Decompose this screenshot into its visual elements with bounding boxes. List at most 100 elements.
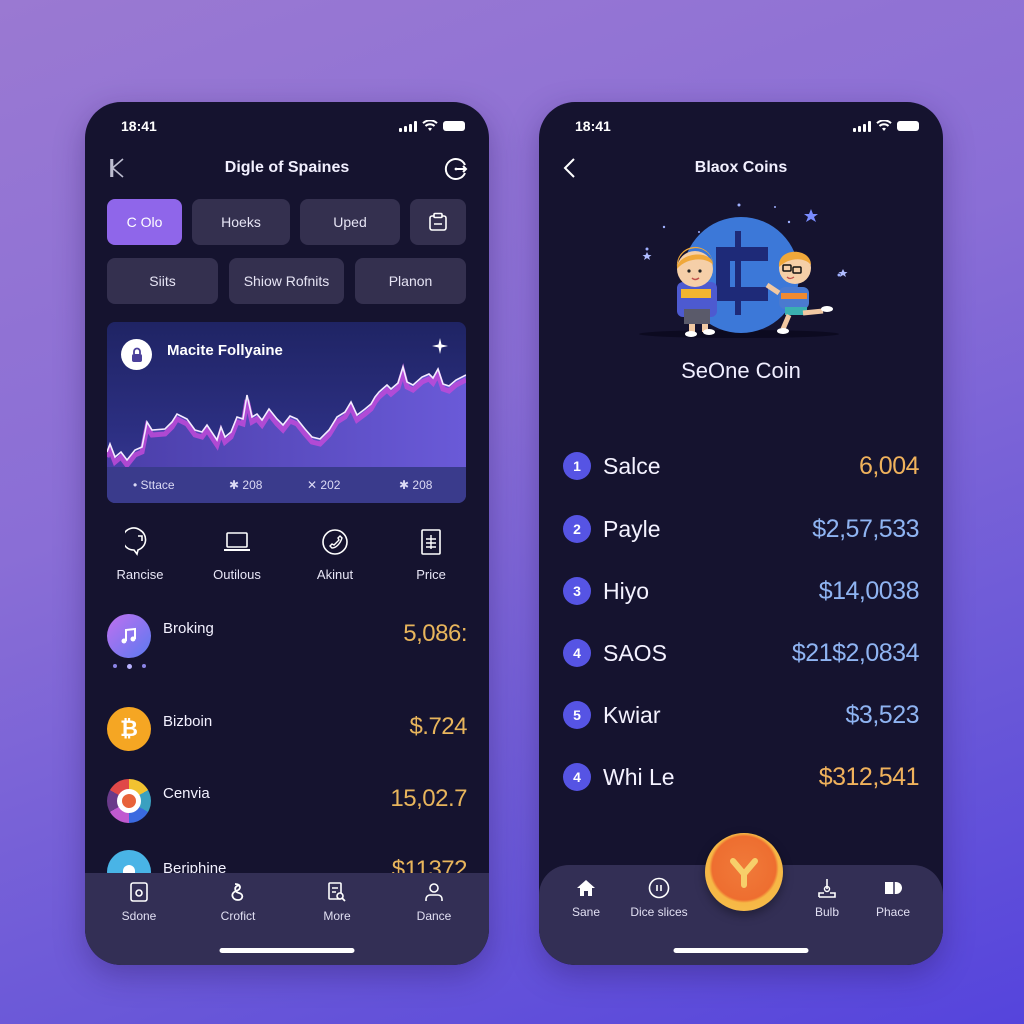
chart-footer-label-0: • Sttace [133,478,175,492]
asset-row-bizboin[interactable]: ₿ Bizboin $.724 [107,707,467,753]
y-logo-icon [730,858,758,888]
home-indicator[interactable] [219,948,355,953]
page-title: Blaox Coins [694,159,788,176]
chip-label: Planon [388,273,433,289]
chart-title: Macite Follyaine [167,342,283,359]
phone-circle-icon [322,529,348,555]
tab-label: Crofict [220,909,256,923]
chip-siits[interactable]: Siits [107,258,218,304]
tab-label: Dance [416,909,452,923]
tab-sane[interactable]: Sane [546,877,626,919]
ranking-row[interactable]: 4 Whi Le $312,541 [563,761,920,793]
chip-label: Shiow Rofnits [243,273,330,289]
pagination-dots[interactable] [113,664,146,669]
app-header: Blaox Coins [559,152,923,184]
doc-search-icon [328,882,346,902]
square-o-icon [130,882,148,902]
asset-row-broking[interactable]: Broking 5,086: [107,614,467,669]
chip-uped[interactable]: Uped [300,199,400,245]
tab-sdone[interactable]: Sdone [99,881,179,923]
joystick-icon [818,879,836,898]
clipboard-icon [429,212,447,231]
right-phone-screen: 18:41 Blaox Coins SeOne Coin 1 Salce 6,0… [539,102,943,965]
chart-footer-value: 202 [320,478,341,492]
wifi-icon [422,120,438,131]
coin-hero-illustration [639,203,848,338]
quick-action-akinut[interactable]: Akinut [290,527,380,582]
tab-crofict[interactable]: Crofict [198,881,278,923]
chat-bubble-icon [125,527,147,556]
k-logo-icon[interactable] [105,156,129,180]
swirl-icon [231,883,244,901]
bottom-tab-bar: Sdone Crofict More Dance [85,873,489,965]
tab-label: Dice slices [630,905,688,919]
asset-value: $.724 [409,713,467,740]
asset-row-cenvia[interactable]: Cenvia 15,02.7 [107,779,467,825]
rank-name: Whi Le [603,763,675,790]
chart-area [107,367,466,470]
rank-badge: 4 [563,763,591,791]
logout-circle-icon[interactable] [443,156,469,182]
status-time: 18:41 [121,118,157,134]
signal-icon [399,120,417,132]
chip-label: Hoeks [221,214,261,230]
colorful-ring-icon [107,779,151,823]
status-bar: 18:41 [121,116,465,136]
chip-show-rofnits[interactable]: Shiow Rofnits [229,258,344,304]
quick-action-price[interactable]: Price [386,527,476,582]
chip-planon[interactable]: Planon [355,258,466,304]
tab-more[interactable]: More [297,881,377,923]
tab-label: Sdone [121,909,157,923]
chip-label: Uped [333,214,367,230]
rank-value: $3,523 [845,700,920,729]
rank-badge: 2 [563,515,591,543]
lock-logo-icon [121,339,152,370]
asset-name: Bizboin [163,713,213,730]
sparkle-icon [432,338,448,354]
chip-hoeks[interactable]: Hoeks [192,199,290,245]
tab-phace[interactable]: Phace [853,877,933,919]
ranking-row[interactable]: 1 Salce 6,004 [563,450,920,482]
rank-name: Payle [603,515,661,542]
chart-footer-value: 208 [242,478,263,492]
chevron-left-icon[interactable] [559,156,583,180]
quick-action-label: Price [416,567,446,582]
asset-name: Broking [163,620,214,637]
portfolio-chart-card[interactable]: Macite Follyaine • Sttace ✱ 208 ✕ 202 ✱ … [107,322,466,503]
quick-action-rancise[interactable]: Rancise [95,527,185,582]
rank-name: Hiyo [603,577,650,604]
home-indicator[interactable] [673,948,809,953]
laptop-icon [224,532,250,551]
chip-colo[interactable]: C Olo [107,199,182,245]
rank-value: $14,0038 [818,576,920,605]
tag-icon [885,882,902,894]
rank-name: Salce [603,452,661,479]
wifi-icon [876,120,892,131]
tab-dance[interactable]: Dance [394,881,474,923]
ranking-row[interactable]: 4 SAOS $21$2,0834 [563,637,920,669]
rank-name: SAOS [603,639,667,666]
ranking-row[interactable]: 3 Hiyo $14,0038 [563,575,920,607]
tab-dice-slices[interactable]: Dice slices [619,877,699,919]
ranking-row[interactable]: 5 Kwiar $3,523 [563,699,920,731]
signal-icon [853,120,871,132]
asset-value: 15,02.7 [390,785,467,812]
rank-value: $2,57,533 [812,514,919,543]
portfolio-sparkline-chart [107,363,466,470]
coin-name-heading: SeOne Coin [681,358,801,383]
person-icon [425,883,443,901]
rank-value: $21$2,0834 [791,638,920,667]
quick-action-label: Akinut [316,567,354,582]
chip-clipboard[interactable] [410,199,466,245]
asset-value: 5,086: [403,620,467,647]
chart-footer-item-2: ✕ 202 [307,478,341,492]
rank-badge: 5 [563,701,591,729]
music-circle-icon [648,877,670,899]
quick-action-outilous[interactable]: Outilous [192,527,282,582]
center-action-button[interactable] [705,833,783,911]
battery-icon [897,121,919,131]
rank-value: 6,004 [858,451,920,480]
chip-label: Siits [149,273,176,289]
chart-footer-item-3: ✱ 208 [399,478,433,492]
ranking-row[interactable]: 2 Payle $2,57,533 [563,513,919,545]
